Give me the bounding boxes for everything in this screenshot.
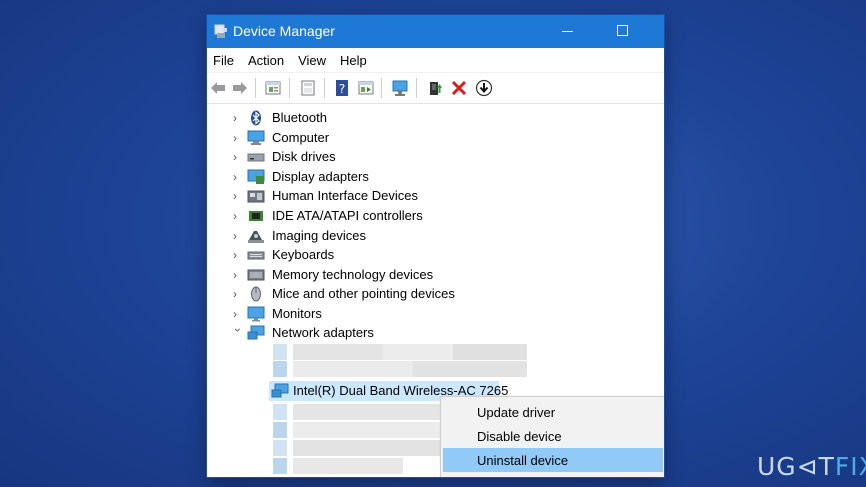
tree-item-label: Monitors — [272, 306, 322, 321]
tree-item-bluetooth[interactable]: › Bluetooth — [207, 108, 664, 128]
bluetooth-icon — [247, 110, 265, 126]
disk-drive-icon — [247, 149, 265, 165]
network-adapter-icon — [271, 383, 289, 399]
keyboard-icon — [247, 247, 265, 263]
monitor-icon — [247, 306, 265, 322]
memory-icon — [247, 267, 265, 283]
camera-icon — [247, 228, 265, 244]
tree-item-label: Keyboards — [272, 247, 335, 262]
redacted-device-row — [273, 344, 527, 360]
chevron-down-icon[interactable]: › — [231, 328, 245, 338]
update-driver-icon[interactable] — [426, 79, 444, 97]
tree-item-label: IDE ATA/ATAPI controllers — [272, 208, 423, 223]
chevron-right-icon[interactable]: › — [233, 171, 243, 183]
chevron-right-icon[interactable]: › — [233, 151, 243, 163]
tree-item-label: Human Interface Devices — [272, 188, 418, 203]
mouse-icon — [247, 286, 265, 302]
details-view-icon[interactable] — [357, 79, 375, 97]
uninstall-icon[interactable] — [450, 79, 468, 97]
tree-item-label: Imaging devices — [272, 228, 366, 243]
tree-item-label: Memory technology devices — [272, 267, 434, 282]
disable-device-icon[interactable] — [475, 79, 493, 97]
tree-item-label: Network adapters — [272, 325, 374, 340]
tree-item-human-interface-devices[interactable]: › Human Interface Devices — [207, 186, 664, 206]
chevron-right-icon[interactable]: › — [233, 308, 243, 320]
device-tree: › Bluetooth › Computer › Disk drives › D… — [207, 104, 664, 477]
list-view-icon[interactable] — [299, 79, 317, 97]
minimize-button[interactable] — [545, 15, 591, 48]
chevron-right-icon[interactable]: › — [233, 210, 243, 222]
disable-device-menu-item[interactable]: Disable device — [443, 424, 663, 448]
update-driver-menu-item[interactable]: Update driver — [443, 400, 663, 424]
redacted-device-row — [273, 361, 527, 377]
redacted-device-row — [273, 458, 443, 474]
redacted-device-row — [273, 422, 443, 438]
toolbar: ? — [207, 72, 664, 104]
ide-controller-icon — [247, 208, 265, 224]
menu-file[interactable]: File — [213, 53, 234, 68]
title-bar[interactable]: Device Manager — [207, 15, 664, 48]
tree-item-imaging-devices[interactable]: › Imaging devices — [207, 226, 664, 246]
scan-hardware-icon[interactable] — [391, 79, 409, 97]
device-manager-window: Device Manager File Action View Help ? ›… — [207, 15, 664, 477]
svg-text:?: ? — [339, 82, 345, 96]
context-menu: Update driver Disable device Uninstall d… — [440, 396, 664, 477]
tree-item-label: Display adapters — [272, 169, 369, 184]
tree-item-monitors[interactable]: › Monitors — [207, 304, 664, 324]
tree-item-network-adapters[interactable]: › Network adapters — [207, 323, 664, 343]
chevron-right-icon[interactable]: › — [233, 288, 243, 300]
uninstall-device-menu-item[interactable]: Uninstall device — [443, 448, 663, 472]
tree-item-ide-controllers[interactable]: › IDE ATA/ATAPI controllers — [207, 206, 664, 226]
menu-action[interactable]: Action — [248, 53, 284, 68]
tree-item-display-adapters[interactable]: › Display adapters — [207, 167, 664, 187]
back-icon[interactable] — [209, 79, 227, 97]
tree-item-label: Mice and other pointing devices — [272, 286, 455, 301]
tree-item-disk-drives[interactable]: › Disk drives — [207, 147, 664, 167]
help-icon[interactable]: ? — [333, 79, 351, 97]
redacted-device-row — [273, 440, 443, 456]
tree-item-mice[interactable]: › Mice and other pointing devices — [207, 284, 664, 304]
window-title: Device Manager — [233, 23, 335, 39]
menu-view[interactable]: View — [298, 53, 326, 68]
tree-item-label: Disk drives — [272, 149, 336, 164]
tree-item-label: Bluetooth — [272, 110, 327, 125]
tree-item-memory-technology-devices[interactable]: › Memory technology devices — [207, 265, 664, 285]
display-adapter-icon — [247, 169, 265, 185]
menu-bar: File Action View Help — [207, 48, 664, 72]
chevron-right-icon[interactable]: › — [233, 190, 243, 202]
maximize-button[interactable] — [599, 15, 645, 48]
forward-icon[interactable] — [231, 79, 249, 97]
watermark-logo: UG⊲TFIX — [757, 452, 866, 481]
properties-icon[interactable] — [264, 79, 282, 97]
tree-item-keyboards[interactable]: › Keyboards — [207, 245, 664, 265]
device-manager-icon — [213, 23, 229, 39]
chevron-right-icon[interactable]: › — [233, 269, 243, 281]
chevron-right-icon[interactable]: › — [233, 132, 243, 144]
chevron-right-icon[interactable]: › — [233, 230, 243, 242]
computer-icon — [247, 130, 265, 146]
chevron-right-icon[interactable]: › — [233, 112, 243, 124]
menu-help[interactable]: Help — [340, 53, 367, 68]
redacted-device-row — [273, 404, 443, 420]
hid-icon — [247, 188, 265, 204]
tree-item-label: Computer — [272, 130, 330, 145]
chevron-right-icon[interactable]: › — [233, 249, 243, 261]
network-adapter-icon — [247, 325, 265, 341]
tree-item-computer[interactable]: › Computer — [207, 128, 664, 148]
